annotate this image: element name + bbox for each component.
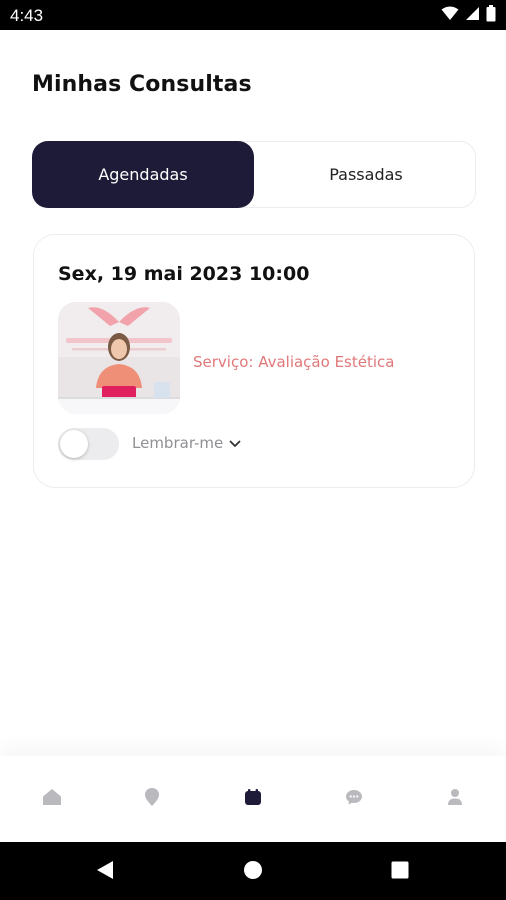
appointment-card[interactable]: Sex, 19 mai 2023 10:00 Serviço: Avaliaçã… xyxy=(33,234,475,488)
home-icon xyxy=(42,787,62,811)
nav-location[interactable] xyxy=(132,784,172,814)
nav-appointments[interactable] xyxy=(233,784,273,814)
clinic-staff-photo xyxy=(58,302,180,414)
tab-agendadas[interactable]: Agendadas xyxy=(32,141,254,208)
toggle-knob xyxy=(60,430,88,458)
appointment-datetime: Sex, 19 mai 2023 10:00 xyxy=(58,263,310,285)
status-icons xyxy=(441,4,496,26)
reminder-label: Lembrar-me xyxy=(132,433,224,452)
profile-icon xyxy=(447,788,463,810)
appointments-tab-switcher: Agendadas Passadas xyxy=(32,141,476,208)
home-button[interactable] xyxy=(238,857,268,887)
nav-chat[interactable] xyxy=(334,784,374,814)
back-triangle-icon xyxy=(96,860,114,884)
nav-profile[interactable] xyxy=(435,784,475,814)
tab-passadas[interactable]: Passadas xyxy=(255,141,477,208)
nav-home[interactable] xyxy=(32,784,72,814)
signal-icon xyxy=(465,6,480,25)
chat-icon xyxy=(345,788,363,810)
recents-button[interactable] xyxy=(385,857,415,887)
back-button[interactable] xyxy=(90,857,120,887)
page-title: Minhas Consultas xyxy=(32,72,252,97)
system-navigation-bar xyxy=(0,842,506,900)
reminder-toggle[interactable] xyxy=(58,428,119,460)
appointment-service: Serviço: Avaliação Estética xyxy=(193,353,395,371)
battery-icon xyxy=(486,4,496,26)
chevron-down-icon xyxy=(229,433,241,452)
bottom-navigation xyxy=(0,756,506,842)
wifi-icon xyxy=(441,6,459,25)
status-time: 4:43 xyxy=(10,6,44,25)
location-pin-icon xyxy=(144,787,160,811)
calendar-icon xyxy=(244,788,262,810)
reminder-dropdown[interactable]: Lembrar-me xyxy=(132,433,241,452)
home-circle-icon xyxy=(243,860,263,884)
status-bar: 4:43 xyxy=(0,0,506,30)
recents-square-icon xyxy=(391,861,409,883)
